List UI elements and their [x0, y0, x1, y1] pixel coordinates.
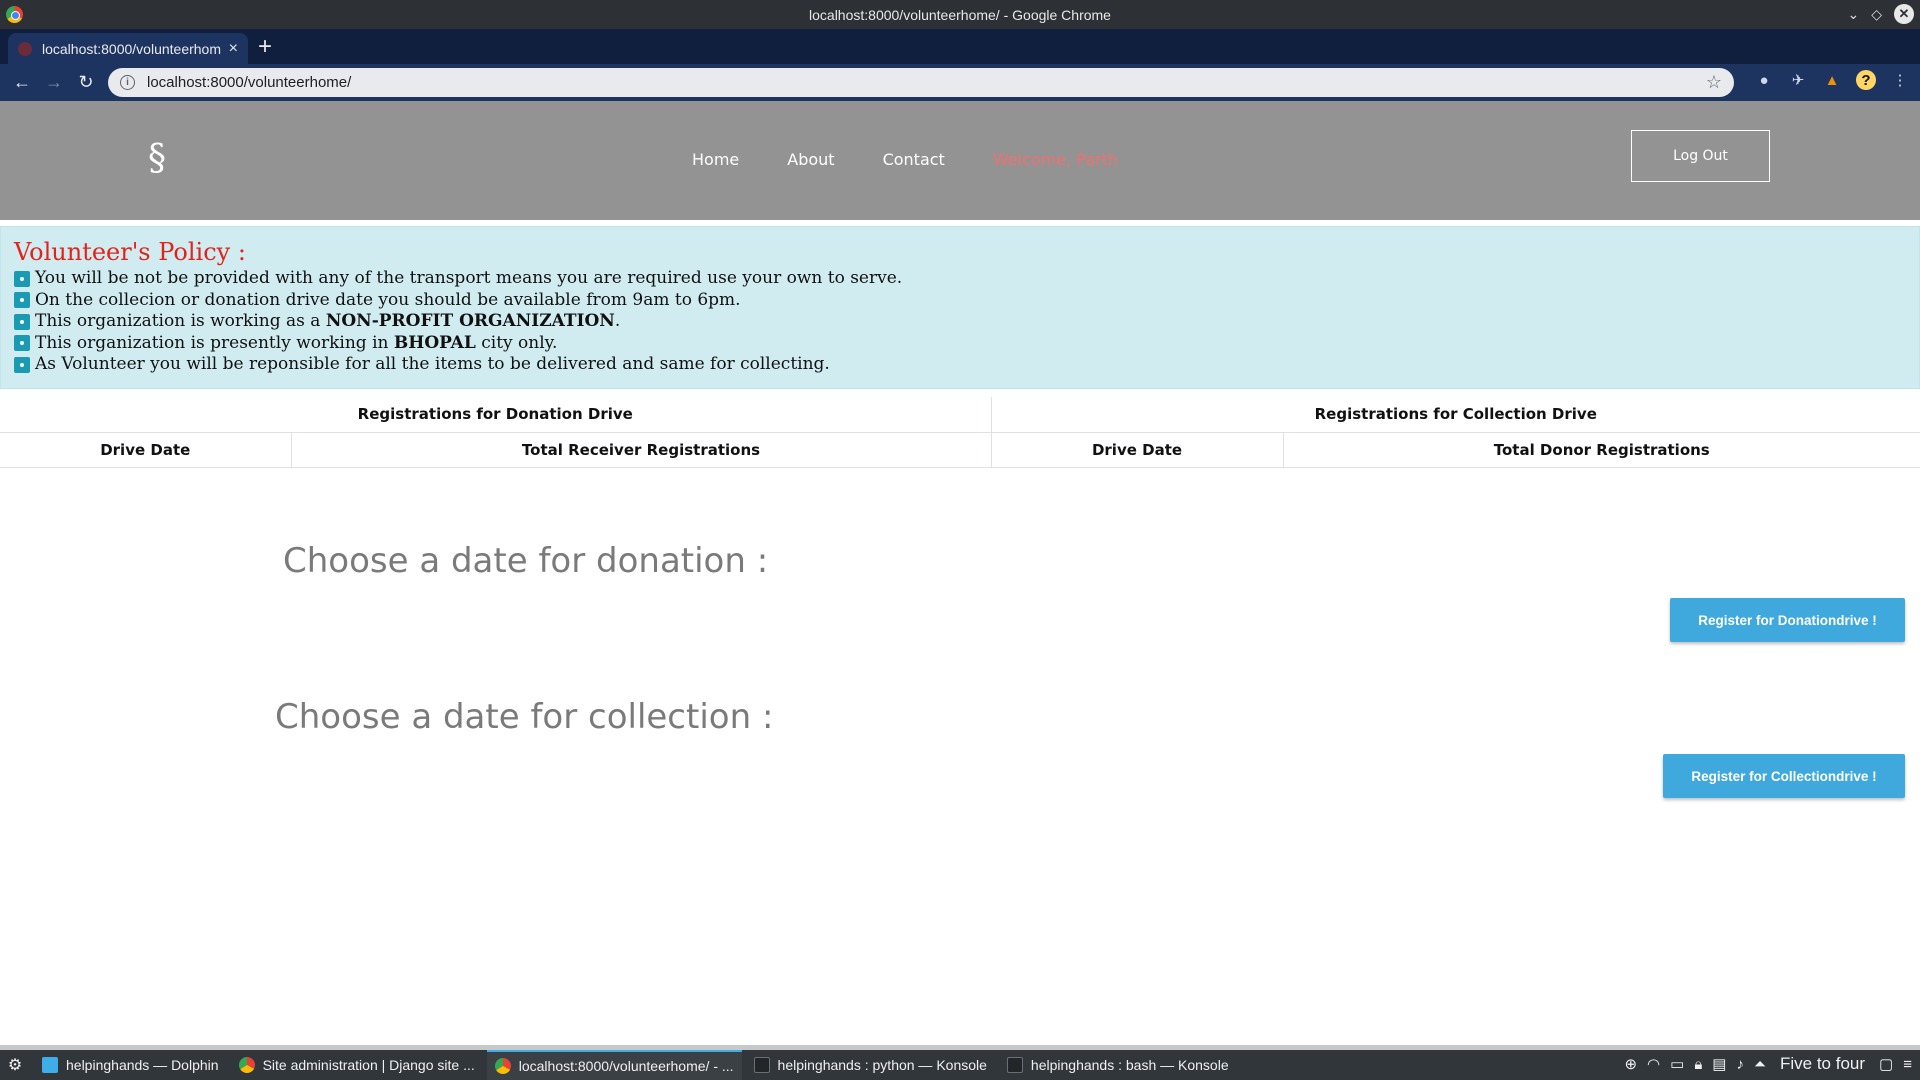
extension-cone-icon[interactable]: ▲ [1822, 70, 1842, 90]
browser-toolbar: ← → ↻ i localhost:8000/volunteerhome/ ☆ … [0, 64, 1920, 101]
maximize-icon[interactable]: ◇ [1871, 6, 1882, 23]
taskbar-item-django-admin[interactable]: Site administration | Django site ... [231, 1050, 483, 1080]
volume-icon[interactable]: ♪ [1736, 1056, 1744, 1073]
bullet-icon [14, 270, 30, 287]
address-bar[interactable]: i localhost:8000/volunteerhome/ ☆ [108, 68, 1734, 97]
konsole-icon [753, 1057, 770, 1073]
column-header: Total Donor Registrations [1283, 432, 1920, 468]
folder-icon [42, 1057, 58, 1073]
page-content: § Home About Contact Welcome, Parth Log … [0, 101, 1920, 1045]
clock[interactable]: Five to four [1780, 1054, 1865, 1074]
window-title: localhost:8000/volunteerhome/ - Google C… [809, 6, 1111, 23]
wifi-icon[interactable]: ◠ [1647, 1055, 1660, 1073]
taskbar-menu-icon[interactable]: ≡ [1903, 1056, 1912, 1073]
tray-expand-icon[interactable]: ⏶ [1754, 1056, 1766, 1073]
policy-alert: Volunteer's Policy : You will be not be … [0, 226, 1920, 389]
battery-icon[interactable]: ▭ [1670, 1055, 1684, 1073]
policy-list: You will be not be provided with any of … [14, 268, 1906, 376]
site-logo-icon[interactable]: § [148, 138, 182, 180]
taskbar-item-konsole-bash[interactable]: helpinghands : bash — Konsole [999, 1050, 1237, 1080]
nav-about[interactable]: About [787, 150, 834, 169]
taskbar-item-dolphin[interactable]: helpinghands — Dolphin [34, 1050, 227, 1080]
policy-item: This organization is presently working i… [14, 333, 1906, 355]
collection-date-prompt: Choose a date for collection : [275, 697, 774, 737]
browser-tab[interactable]: localhost:8000/volunteerhome/ × [8, 33, 248, 64]
extension-plane-icon[interactable]: ✈ [1788, 70, 1808, 90]
policy-item: As Volunteer you will be reponsible for … [14, 354, 1906, 376]
show-desktop-icon[interactable]: ▢ [1879, 1055, 1893, 1073]
clipboard-icon[interactable]: ▤ [1712, 1055, 1726, 1073]
policy-item: This organization is working as a NON-PR… [14, 311, 1906, 333]
site-info-icon[interactable]: i [120, 75, 135, 90]
logout-button[interactable]: Log Out [1631, 130, 1770, 182]
chrome-logo-icon [6, 6, 23, 23]
extension-incognito-icon[interactable]: ● [1754, 70, 1774, 90]
column-header: Drive Date [0, 432, 292, 468]
url-text[interactable]: localhost:8000/volunteerhome/ [147, 74, 1706, 91]
lock-icon[interactable]: 🔒︎ [1694, 1056, 1702, 1073]
forward-icon[interactable]: → [38, 72, 70, 93]
bullet-icon [14, 356, 30, 373]
column-header: Total Receiver Registrations [291, 432, 992, 468]
nav-contact[interactable]: Contact [883, 150, 945, 169]
donation-drive-heading: Registrations for Donation Drive [0, 397, 992, 433]
back-icon[interactable]: ← [6, 72, 38, 93]
chrome-icon [238, 1057, 255, 1073]
taskbar-item-konsole-python[interactable]: helpinghands : python — Konsole [746, 1050, 995, 1080]
app-launcher-icon[interactable]: ⚙ [2, 1055, 28, 1075]
new-tab-button[interactable]: + [258, 33, 272, 61]
system-tray: ⊕ ◠ ▭ 🔒︎ ▤ ♪ ⏶ Five to four ▢ ≡ [1624, 1054, 1912, 1074]
accessibility-icon[interactable]: ⊕ [1624, 1055, 1637, 1073]
menu-kebab-icon[interactable]: ⋮ [1890, 70, 1910, 90]
minimize-icon[interactable]: ⌄ [1847, 6, 1859, 23]
policy-item: You will be not be provided with any of … [14, 268, 1906, 290]
bullet-icon [14, 313, 30, 330]
help-icon[interactable]: ? [1856, 70, 1876, 90]
window-titlebar: localhost:8000/volunteerhome/ - Google C… [0, 0, 1920, 29]
collection-drive-heading: Registrations for Collection Drive [991, 397, 1920, 433]
konsole-icon [1006, 1057, 1023, 1073]
policy-title: Volunteer's Policy : [14, 238, 246, 266]
tab-close-icon[interactable]: × [229, 40, 238, 58]
chrome-icon [494, 1058, 511, 1074]
bookmark-star-icon[interactable]: ☆ [1706, 72, 1722, 93]
tab-title: localhost:8000/volunteerhome/ [42, 40, 221, 57]
registrations-table: Registrations for Donation Drive Registr… [0, 397, 1920, 468]
column-header: Drive Date [991, 432, 1284, 468]
bullet-icon [14, 292, 30, 309]
reload-icon[interactable]: ↻ [70, 72, 102, 93]
tab-favicon-icon [18, 41, 32, 56]
register-collection-button[interactable]: Register for Collectiondrive ! [1663, 754, 1905, 798]
site-header: § Home About Contact Welcome, Parth Log … [0, 101, 1920, 220]
policy-item: On the collecion or donation drive date … [14, 290, 1906, 312]
site-nav: Home About Contact Welcome, Parth [692, 150, 1118, 169]
nav-welcome-user: Welcome, Parth [992, 150, 1118, 169]
donation-date-prompt: Choose a date for donation : [283, 541, 769, 581]
register-donation-button[interactable]: Register for Donationdrive ! [1670, 598, 1905, 642]
bullet-icon [14, 335, 30, 352]
tab-strip: localhost:8000/volunteerhome/ × + [0, 29, 1920, 64]
nav-home[interactable]: Home [692, 150, 739, 169]
taskbar: ⚙ helpinghands — Dolphin Site administra… [0, 1045, 1920, 1080]
taskbar-item-volunteerhome[interactable]: localhost:8000/volunteerhome/ - ... [486, 1050, 742, 1080]
close-window-icon[interactable]: ✕ [1894, 4, 1914, 24]
